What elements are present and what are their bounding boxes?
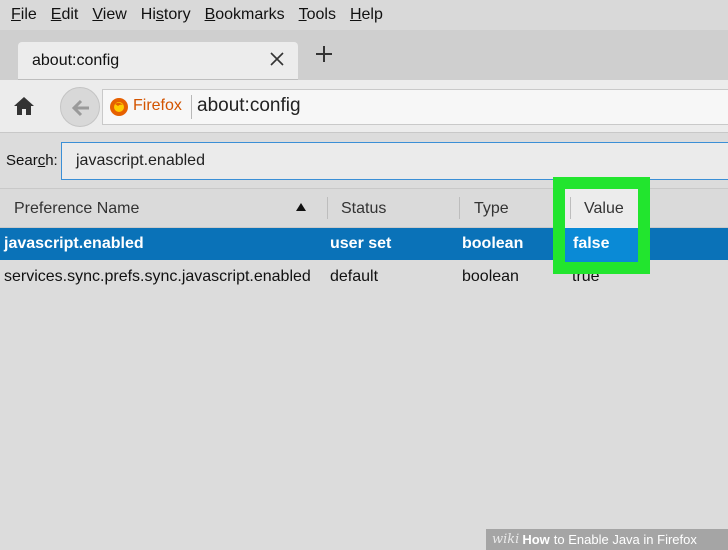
plus-icon[interactable] xyxy=(314,44,334,64)
cell-type: boolean xyxy=(462,268,519,285)
url-text[interactable]: about:config xyxy=(197,95,301,117)
watermark: wiki How to Enable Java in Firefox xyxy=(486,529,728,550)
column-header-status[interactable]: Status xyxy=(341,200,386,218)
back-button[interactable] xyxy=(60,87,100,127)
arrow-left-icon xyxy=(71,99,89,117)
menu-history[interactable]: History xyxy=(138,6,194,24)
menu-bookmarks[interactable]: Bookmarks xyxy=(202,6,288,24)
tab-about-config[interactable]: about:config xyxy=(18,42,298,80)
column-divider[interactable] xyxy=(327,197,328,219)
menu-view[interactable]: View xyxy=(89,6,129,24)
identity-label[interactable]: Firefox xyxy=(133,97,182,115)
watermark-how: How xyxy=(522,532,550,547)
column-divider[interactable] xyxy=(459,197,460,219)
menu-file[interactable]: File xyxy=(8,6,40,24)
close-icon[interactable] xyxy=(268,50,286,68)
sort-ascending-icon xyxy=(296,203,306,211)
url-bar[interactable]: Firefox about:config xyxy=(102,89,728,125)
nav-bar: Firefox about:config xyxy=(0,80,728,133)
menu-tools[interactable]: Tools xyxy=(296,6,339,24)
url-divider xyxy=(191,95,192,119)
search-label: Search: xyxy=(6,152,58,169)
column-header-preference-name[interactable]: Preference Name xyxy=(14,200,139,218)
column-header-type[interactable]: Type xyxy=(474,200,509,218)
cell-status: user set xyxy=(330,235,392,252)
highlight-box xyxy=(553,177,650,274)
cell-preference-name: services.sync.prefs.sync.javascript.enab… xyxy=(4,268,311,285)
cell-preference-name: javascript.enabled xyxy=(4,235,144,252)
cell-status: default xyxy=(330,268,379,285)
firefox-logo-icon xyxy=(110,98,128,116)
cell-type: boolean xyxy=(462,235,524,252)
watermark-logo: wiki xyxy=(492,532,520,547)
menu-bar: File Edit View History Bookmarks Tools H… xyxy=(0,0,728,30)
watermark-title: to Enable Java in Firefox xyxy=(553,532,697,547)
tab-strip: about:config xyxy=(0,30,728,80)
tab-title: about:config xyxy=(32,52,120,69)
home-icon[interactable] xyxy=(12,94,36,118)
search-input[interactable]: javascript.enabled xyxy=(61,142,728,180)
menu-help[interactable]: Help xyxy=(347,6,386,24)
menu-edit[interactable]: Edit xyxy=(48,6,82,24)
